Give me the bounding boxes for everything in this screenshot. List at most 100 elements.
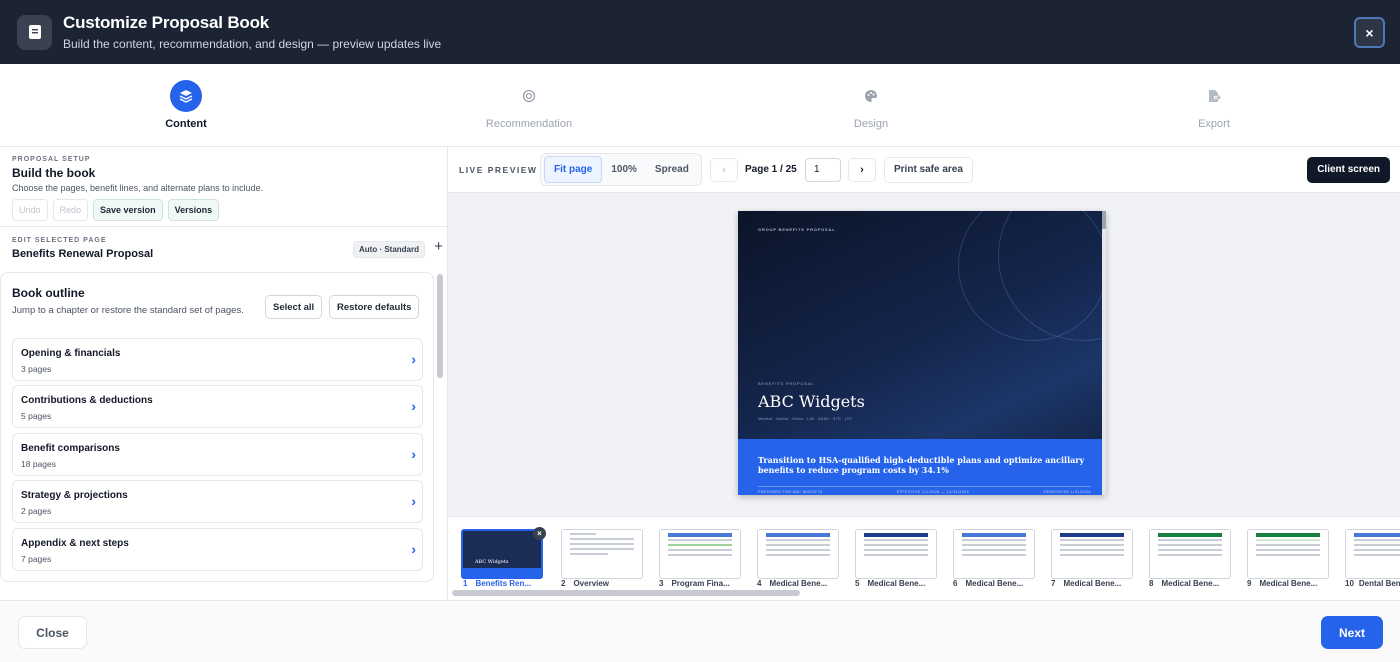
page-thumbnail[interactable] — [855, 529, 937, 579]
chapter-item[interactable]: Opening & financials 3 pages › — [12, 338, 423, 381]
chapter-title: Appendix & next steps — [21, 538, 129, 549]
book-outline: Book outline Jump to a chapter or restor… — [0, 272, 434, 582]
cover-benefit-lines: Medical · Dental · Vision · Life · AD&D … — [758, 417, 853, 421]
chapter-page-count: 2 pages — [21, 506, 52, 516]
outline-scrollbar[interactable] — [437, 274, 443, 378]
cover-footer-prepared: PREPARED FOR ABC WIDGETS — [758, 490, 823, 494]
page-thumbnail[interactable] — [561, 529, 643, 579]
layers-icon — [170, 80, 202, 112]
close-button[interactable]: Close — [18, 616, 87, 649]
versions-button[interactable]: Versions — [167, 199, 220, 221]
target-icon — [513, 80, 545, 112]
step-design[interactable]: Design — [771, 64, 971, 147]
palette-icon — [855, 80, 887, 112]
page-thumbnail[interactable]: ABC Widgets — [461, 529, 543, 579]
cover-eyebrow: GROUP BENEFITS PROPOSAL — [758, 227, 836, 232]
step-recommendation[interactable]: Recommendation — [429, 64, 629, 147]
chapter-item[interactable]: Benefit comparisons 18 pages › — [12, 433, 423, 476]
print-safe-area-button[interactable]: Print safe area — [884, 157, 973, 183]
thumbnail-label: 2 Overview — [561, 579, 610, 588]
template-badge[interactable]: Auto · Standard — [353, 241, 425, 258]
zoom-100[interactable]: 100% — [602, 157, 646, 182]
redo-button[interactable]: Redo — [52, 199, 89, 221]
chevron-right-icon: › — [411, 446, 416, 462]
cover-headline: Transition to HSA-qualified high-deducti… — [758, 455, 1085, 475]
setup-title: Build the book — [12, 166, 96, 180]
thumbnail-label: 7 Medical Bene... — [1051, 579, 1122, 588]
close-icon[interactable]: × — [1354, 17, 1385, 48]
chapter-title: Opening & financials — [21, 348, 121, 359]
thumbnail-label: 8 Medical Bene... — [1149, 579, 1220, 588]
step-content[interactable]: Content — [86, 64, 286, 147]
page-thumbnail[interactable] — [1345, 529, 1400, 579]
chapter-title: Benefit comparisons — [21, 443, 120, 454]
restore-defaults-button[interactable]: Restore defaults — [329, 295, 420, 319]
chevron-right-icon: › — [411, 351, 416, 367]
thumbnail-label: 4 Medical Bene... — [757, 579, 828, 588]
add-icon[interactable]: + — [434, 238, 443, 255]
next-page-button[interactable]: › — [848, 158, 876, 182]
page-count: Page 1 / 25 — [745, 164, 797, 175]
cover-small-label: BENEFITS PROPOSAL — [758, 381, 815, 386]
save-version-button[interactable]: Save version — [93, 199, 163, 221]
chapter-page-count: 3 pages — [21, 364, 52, 374]
thumbnail-label: 6 Medical Bene... — [953, 579, 1024, 588]
book-icon — [17, 14, 52, 50]
zoom-spread[interactable]: Spread — [646, 157, 698, 182]
page-thumbnail[interactable] — [1247, 529, 1329, 579]
thumbnail-strip: ABC Widgets 1 Benefits Ren... 2 Overview 3… — [448, 516, 1400, 600]
cover-company-name: ABC Widgets — [758, 392, 865, 411]
setup-description: Choose the pages, benefit lines, and alt… — [12, 183, 264, 193]
cover-footer: PREPARED FOR ABC WIDGETS EFFECTIVE 1/1/2… — [758, 486, 1091, 494]
chapter-page-count: 7 pages — [21, 554, 52, 564]
thumbnail-scrollbar[interactable] — [452, 590, 800, 596]
prev-page-button[interactable]: ‹ — [710, 158, 738, 182]
chapter-page-count: 18 pages — [21, 459, 56, 469]
chapter-page-count: 5 pages — [21, 411, 52, 421]
page-thumbnail[interactable] — [1149, 529, 1231, 579]
chapter-title: Strategy & projections — [21, 490, 128, 501]
outline-title: Book outline — [12, 286, 85, 300]
setup-eyebrow: PROPOSAL SETUP — [12, 156, 91, 163]
thumbnail-label: 10Dental Bene... — [1345, 579, 1400, 588]
cover-footer-effective: EFFECTIVE 1/1/2026 — 12/31/2026 — [896, 490, 970, 494]
step-label: Export — [1198, 118, 1230, 130]
thumbnail-label: 3 Program Fina... — [659, 579, 730, 588]
page-number-input[interactable]: 1 — [805, 158, 841, 182]
preview-canvas: GROUP BENEFITS PROPOSAL BENEFITS PROPOSA… — [448, 193, 1400, 516]
cover-page-preview[interactable]: GROUP BENEFITS PROPOSAL BENEFITS PROPOSA… — [738, 211, 1106, 495]
proposal-setup: PROPOSAL SETUP Build the book Choose the… — [12, 156, 263, 221]
step-export[interactable]: Export — [1114, 64, 1314, 147]
page-thumbnail[interactable] — [659, 529, 741, 579]
chapter-item[interactable]: Appendix & next steps 7 pages › — [12, 528, 423, 571]
modal-subtitle: Build the content, recommendation, and d… — [63, 37, 442, 51]
page-thumbnail[interactable] — [1051, 529, 1133, 579]
zoom-fit-page[interactable]: Fit page — [544, 156, 603, 183]
chevron-right-icon: › — [411, 493, 416, 509]
chevron-right-icon: › — [411, 398, 416, 414]
page-scrollbar[interactable] — [1102, 211, 1106, 495]
divider — [0, 226, 447, 227]
wizard-stepper: Content Recommendation Design Export — [0, 64, 1400, 147]
chevron-right-icon: › — [411, 541, 416, 557]
cover-headline-band: Transition to HSA-qualified high-deducti… — [738, 439, 1106, 495]
page-thumbnail[interactable] — [757, 529, 839, 579]
undo-button[interactable]: Undo — [12, 199, 48, 221]
preview-toolbar: LIVE PREVIEW Fit page 100% Spread ‹ Page… — [448, 147, 1400, 193]
client-screen-button[interactable]: Client screen — [1307, 157, 1390, 183]
chapter-item[interactable]: Strategy & projections 2 pages › — [12, 480, 423, 523]
step-label: Recommendation — [485, 118, 573, 130]
select-all-button[interactable]: Select all — [265, 295, 323, 319]
edit-selected-page: EDIT SELECTED PAGE Benefits Renewal Prop… — [12, 237, 443, 260]
page-thumbnail[interactable] — [953, 529, 1035, 579]
chapter-item[interactable]: Contributions & deductions 5 pages › — [12, 385, 423, 428]
next-button[interactable]: Next — [1321, 616, 1383, 649]
modal-footer: Close Next — [0, 600, 1400, 662]
thumbnail-label: 1 Benefits Ren... — [463, 579, 532, 588]
modal-header: Customize Proposal Book Build the conten… — [0, 0, 1400, 64]
outline-description: Jump to a chapter or restore the standar… — [12, 305, 244, 316]
step-label: Content — [165, 118, 207, 130]
content-panel: PROPOSAL SETUP Build the book Choose the… — [0, 147, 448, 600]
remove-page-icon[interactable]: × — [533, 527, 546, 540]
step-label: Design — [853, 118, 889, 130]
